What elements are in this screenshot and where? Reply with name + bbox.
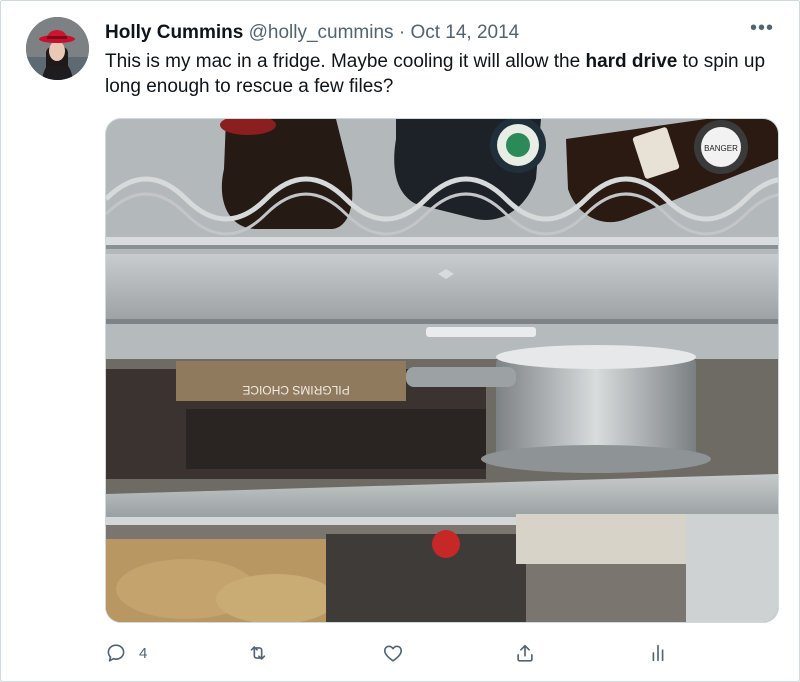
author-handle[interactable]: @holly_cummins [249,22,394,43]
analytics-button[interactable] [647,641,669,665]
author-name[interactable]: Holly Cummins [105,22,243,43]
tweet-text-bold: hard drive [585,51,678,72]
retweet-button[interactable] [247,641,281,665]
more-options-button[interactable]: ••• [749,18,775,41]
tweet-media-photo[interactable]: BANGER PILGRIMS CHOICE [105,118,779,623]
share-button[interactable] [514,641,536,665]
bottle-label: BANGER [704,144,738,153]
heart-icon [383,645,403,662]
analytics-icon [652,644,664,662]
separator-dot: · [398,22,406,43]
tweet-header: Holly Cummins @holly_cummins · Oct 14, 2… [105,21,519,45]
tweet-card[interactable]: Holly Cummins @holly_cummins · Oct 14, 2… [0,0,800,682]
retweet-icon [250,646,266,660]
avatar-image [26,17,89,80]
more-icon: ••• [749,17,774,39]
reply-icon [107,644,125,662]
tweet-date[interactable]: Oct 14, 2014 [410,22,519,43]
like-button[interactable] [382,641,416,665]
fridge-photo: BANGER PILGRIMS CHOICE [106,119,778,622]
reply-count: 4 [139,644,148,662]
avatar[interactable] [26,17,89,80]
package-label: PILGRIMS CHOICE [242,383,349,397]
share-icon [517,644,533,662]
tweet-text: This is my mac in a fridge. Maybe coolin… [105,49,785,99]
tweet-actions: 4 [105,641,695,665]
reply-button[interactable]: 4 [105,641,147,665]
tweet-text-part: This is my mac in a fridge. Maybe coolin… [105,51,586,72]
